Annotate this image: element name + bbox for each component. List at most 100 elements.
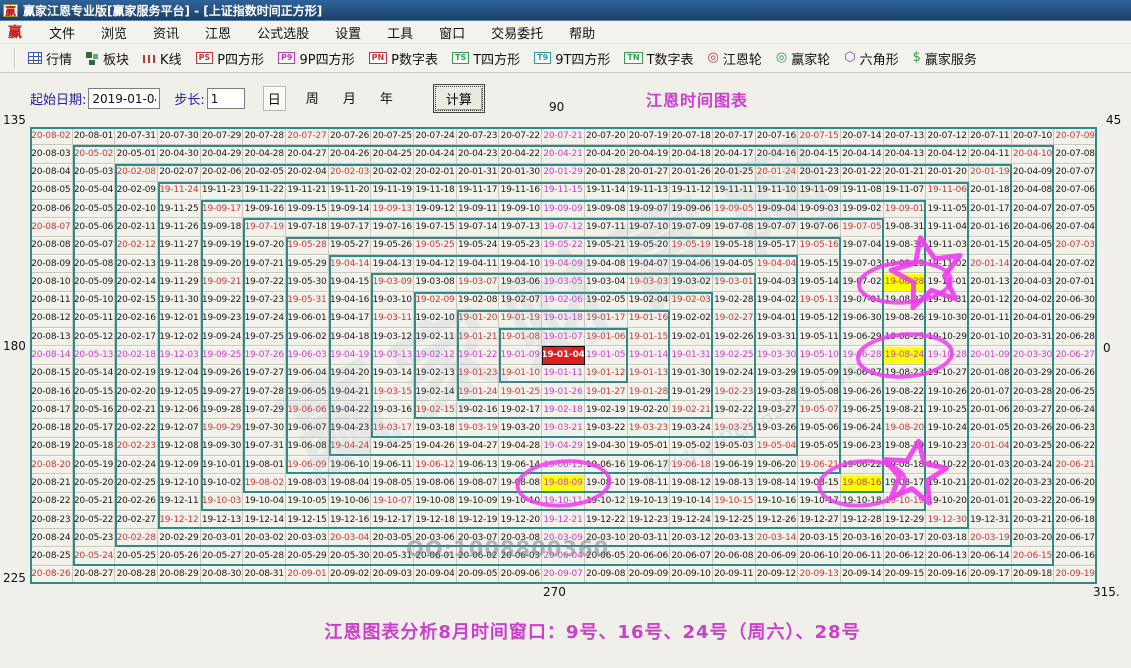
date-cell[interactable]: 20-04-10 [1012, 145, 1055, 163]
date-cell[interactable]: 20-02-14 [115, 273, 158, 291]
date-cell[interactable]: 19-09-09 [542, 200, 585, 218]
date-cell[interactable]: 20-07-04 [1054, 218, 1097, 236]
date-cell[interactable]: 20-03-30 [1012, 346, 1055, 364]
date-cell[interactable]: 19-10-18 [841, 493, 884, 511]
date-cell[interactable]: 20-05-14 [73, 365, 116, 383]
date-cell[interactable]: 20-03-11 [628, 529, 671, 547]
date-cell[interactable]: 20-08-26 [30, 566, 73, 584]
date-cell[interactable]: 20-03-04 [329, 529, 372, 547]
date-cell[interactable]: 19-12-25 [713, 511, 756, 529]
toolbar-button-gann-wheel[interactable]: ◎江恩轮 [708, 49, 762, 68]
date-cell[interactable]: 19-02-16 [457, 401, 500, 419]
date-cell[interactable]: 19-09-02 [841, 200, 884, 218]
date-cell[interactable]: 19-09-03 [798, 200, 841, 218]
date-cell[interactable]: 20-08-04 [30, 164, 73, 182]
date-cell[interactable]: 19-01-30 [670, 365, 713, 383]
date-cell[interactable]: 20-03-10 [585, 529, 628, 547]
date-cell[interactable]: 19-07-30 [243, 419, 286, 437]
date-cell[interactable]: 20-01-30 [499, 164, 542, 182]
date-cell[interactable]: 20-05-10 [73, 292, 116, 310]
date-cell[interactable]: 19-03-19 [457, 419, 500, 437]
date-cell[interactable]: 20-01-11 [969, 310, 1012, 328]
date-cell[interactable]: 19-11-21 [286, 182, 329, 200]
date-cell[interactable]: 19-12-10 [158, 474, 201, 492]
date-cell[interactable]: 20-03-18 [926, 529, 969, 547]
date-cell[interactable]: 19-09-19 [201, 237, 244, 255]
step-input[interactable] [207, 88, 245, 109]
date-cell[interactable]: 19-11-22 [243, 182, 286, 200]
date-cell[interactable]: 19-09-27 [201, 383, 244, 401]
date-cell[interactable]: 19-07-19 [243, 218, 286, 236]
date-cell[interactable]: 20-07-17 [713, 127, 756, 145]
date-cell[interactable]: 20-04-26 [329, 145, 372, 163]
date-cell[interactable]: 19-12-12 [158, 511, 201, 529]
date-cell[interactable]: 19-05-12 [798, 310, 841, 328]
date-cell[interactable]: 20-08-25 [30, 547, 73, 565]
date-cell[interactable]: 19-10-03 [201, 493, 244, 511]
date-cell[interactable]: 20-08-13 [30, 328, 73, 346]
date-cell[interactable]: 19-08-15 [798, 474, 841, 492]
date-cell[interactable]: 20-09-16 [926, 566, 969, 584]
date-cell[interactable]: 19-05-01 [628, 438, 671, 456]
date-cell[interactable]: 19-12-28 [841, 511, 884, 529]
date-cell[interactable]: 20-05-16 [73, 401, 116, 419]
date-cell[interactable]: 20-07-02 [1054, 255, 1097, 273]
date-cell[interactable]: 20-05-11 [73, 310, 116, 328]
date-cell[interactable]: 19-04-22 [329, 401, 372, 419]
date-cell[interactable]: 20-02-05 [243, 164, 286, 182]
date-cell[interactable]: 20-08-19 [30, 438, 73, 456]
toolbar-button-quotes[interactable]: 行情 [28, 49, 72, 68]
date-cell[interactable]: 19-08-23 [884, 365, 927, 383]
date-cell[interactable]: 19-03-28 [756, 383, 799, 401]
date-cell[interactable]: 19-08-02 [243, 474, 286, 492]
date-cell[interactable]: 19-02-10 [414, 310, 457, 328]
unit-option[interactable]: 日 [263, 86, 286, 111]
date-cell[interactable]: 19-04-14 [329, 255, 372, 273]
date-cell[interactable]: 19-08-10 [585, 474, 628, 492]
date-cell[interactable]: 19-11-27 [158, 237, 201, 255]
date-cell[interactable]: 20-05-31 [371, 547, 414, 565]
date-cell[interactable]: 20-06-06 [628, 547, 671, 565]
date-cell[interactable]: 19-07-04 [841, 237, 884, 255]
date-cell[interactable]: 19-10-10 [499, 493, 542, 511]
date-cell[interactable]: 19-09-26 [201, 365, 244, 383]
date-cell[interactable]: 19-12-20 [499, 511, 542, 529]
date-cell[interactable]: 20-04-08 [1012, 182, 1055, 200]
date-cell[interactable]: 20-09-11 [713, 566, 756, 584]
date-cell[interactable]: 19-01-08 [499, 328, 542, 346]
date-cell[interactable]: 19-03-10 [371, 292, 414, 310]
date-cell[interactable]: 19-10-06 [329, 493, 372, 511]
date-cell[interactable]: 20-01-05 [969, 419, 1012, 437]
date-cell[interactable]: 19-10-30 [926, 310, 969, 328]
date-cell[interactable]: 19-07-18 [286, 218, 329, 236]
date-cell[interactable]: 19-06-01 [286, 310, 329, 328]
date-cell[interactable]: 19-11-06 [926, 182, 969, 200]
date-cell[interactable]: 20-05-03 [73, 164, 116, 182]
date-cell[interactable]: 19-09-14 [329, 200, 372, 218]
date-cell[interactable]: 20-03-08 [499, 529, 542, 547]
date-cell[interactable]: 19-09-21 [201, 273, 244, 291]
date-cell[interactable]: 20-08-01 [73, 127, 116, 145]
date-cell[interactable]: 19-01-21 [457, 328, 500, 346]
date-cell[interactable]: 19-07-13 [499, 218, 542, 236]
date-cell[interactable]: 19-02-02 [670, 310, 713, 328]
date-cell[interactable]: 19-12-15 [286, 511, 329, 529]
date-cell[interactable]: 19-02-15 [414, 401, 457, 419]
date-cell[interactable]: 19-12-09 [158, 456, 201, 474]
date-cell[interactable]: 20-08-07 [30, 218, 73, 236]
date-cell[interactable]: 19-04-03 [756, 273, 799, 291]
date-cell[interactable]: 19-08-20 [884, 419, 927, 437]
date-cell[interactable]: 19-06-24 [841, 419, 884, 437]
date-cell[interactable]: 19-08-29 [884, 255, 927, 273]
date-cell[interactable]: 20-01-17 [969, 200, 1012, 218]
date-cell[interactable]: 19-01-31 [670, 346, 713, 364]
date-cell[interactable]: 19-07-27 [243, 365, 286, 383]
date-cell[interactable]: 20-07-20 [585, 127, 628, 145]
date-cell[interactable]: 20-01-23 [798, 164, 841, 182]
date-cell[interactable]: 20-09-09 [628, 566, 671, 584]
date-cell[interactable]: 20-05-04 [73, 182, 116, 200]
date-cell[interactable]: 20-06-03 [499, 547, 542, 565]
date-cell[interactable]: 20-07-18 [670, 127, 713, 145]
date-cell[interactable]: 20-01-03 [969, 456, 1012, 474]
date-cell[interactable]: 19-04-04 [756, 255, 799, 273]
